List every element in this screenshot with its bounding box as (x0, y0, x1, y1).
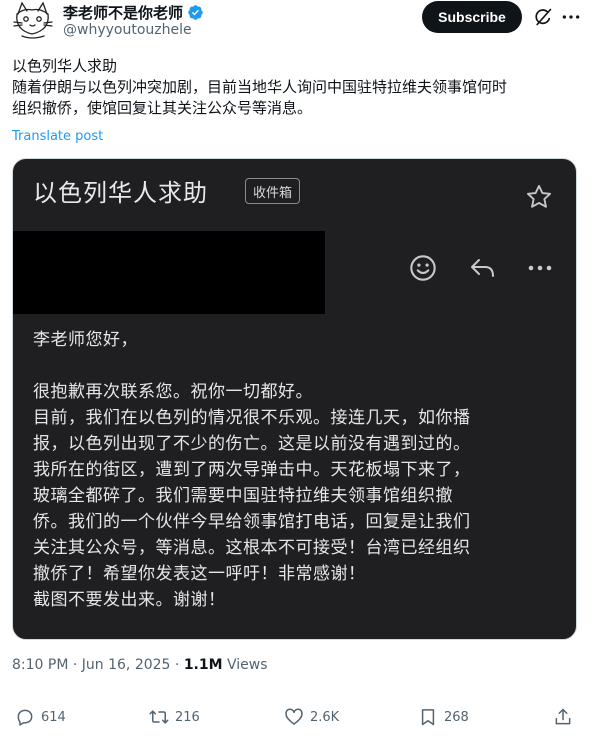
post-meta: 8:10 PM · Jun 16, 2025 · 1.1M Views (12, 657, 268, 673)
email-line: 我所在的街区，遭到了两次导弹击中。天花板塌下来了， (33, 460, 471, 480)
reply-icon (17, 709, 33, 726)
post-time[interactable]: 8:10 PM (12, 657, 68, 673)
email-line: 玻璃全都碎了。我们需要中国驻特拉维夫领事馆组织撤 (33, 486, 453, 506)
email-subject: 以色列华人求助 (33, 179, 208, 207)
author-name-row[interactable]: 李老师不是你老师 (63, 2, 204, 23)
folder-badge: 收件箱 (245, 178, 301, 204)
share-icon (555, 708, 571, 725)
reply-icon (471, 259, 494, 277)
heart-icon (285, 708, 303, 725)
bookmark-button[interactable]: 268 (418, 707, 469, 727)
bookmark-icon (421, 709, 435, 726)
email-body: 李老师您好， 很抱歉再次联系您。祝你一切都好。 目前，我们在以色列的情况很不乐观… (33, 327, 563, 613)
grok-icon[interactable] (533, 7, 553, 27)
tweet-line: 以色列华人求助 (12, 57, 118, 75)
author-name[interactable]: 李老师不是你老师 (63, 2, 183, 23)
email-line: 李老师您好， (33, 330, 138, 350)
emoji-icon (410, 255, 436, 281)
star-icon (526, 184, 552, 208)
bookmark-count: 268 (444, 709, 469, 725)
email-line: 报，以色列出现了不少的伤亡。这是以前没有遇到过的。 (33, 434, 471, 454)
views-label: Views (222, 657, 268, 673)
repost-count: 216 (175, 709, 200, 725)
more-options-icon[interactable] (561, 7, 581, 27)
email-line: 撤侨了！希望你发表这一呼吁！非常感谢！ (33, 564, 366, 584)
email-line: 很抱歉再次联系您。祝你一切都好。 (33, 382, 313, 402)
author-handle[interactable]: @whyyoutouzhele (63, 22, 192, 38)
post-date[interactable]: Jun 16, 2025 (82, 657, 171, 673)
avatar[interactable] (10, 0, 56, 40)
reply-button[interactable]: 614 (15, 707, 66, 727)
tweet-line: 组织撤侨，使馆回复让其关注公众号等消息。 (12, 99, 313, 117)
subscribe-button[interactable]: Subscribe (422, 1, 522, 33)
repost-icon (149, 710, 169, 724)
attached-image[interactable]: 以色列华人求助 收件箱 李老师您好， 很抱歉再次联系您。祝你一切都好。 目前，我… (12, 158, 577, 640)
email-line: 截图不要发出来。谢谢！ (33, 590, 226, 610)
action-bar: 614 216 2.6K 268 (0, 707, 606, 733)
reply-count: 614 (41, 709, 66, 725)
verified-badge-icon (188, 5, 203, 20)
views-count: 1.1M (183, 657, 223, 673)
translate-post-link[interactable]: Translate post (12, 129, 103, 144)
tweet-text: 以色列华人求助 随着伊朗与以色列冲突加剧，目前当地华人询问中国驻特拉维夫领事馆何… (12, 56, 596, 119)
more-menu-icon (528, 265, 552, 271)
meta-separator: · (68, 657, 82, 673)
redacted-sender (13, 231, 325, 314)
email-line (33, 353, 563, 379)
repost-button[interactable]: 216 (149, 707, 200, 727)
email-line: 目前，我们在以色列的情况很不乐观。接连几天，如你播 (33, 408, 471, 428)
like-count: 2.6K (310, 709, 340, 725)
email-line: 侨。我们的一个伙伴今早给领事馆打电话，回复是让我们 (33, 512, 471, 532)
like-button[interactable]: 2.6K (284, 707, 339, 727)
email-line: 关注其公众号，等消息。这根本不可接受！台湾已经组织 (33, 538, 471, 558)
share-button[interactable] (553, 707, 573, 727)
tweet-line: 随着伊朗与以色列冲突加剧，目前当地华人询问中国驻特拉维夫领事馆何时 (12, 78, 508, 96)
meta-separator: · (170, 657, 184, 673)
